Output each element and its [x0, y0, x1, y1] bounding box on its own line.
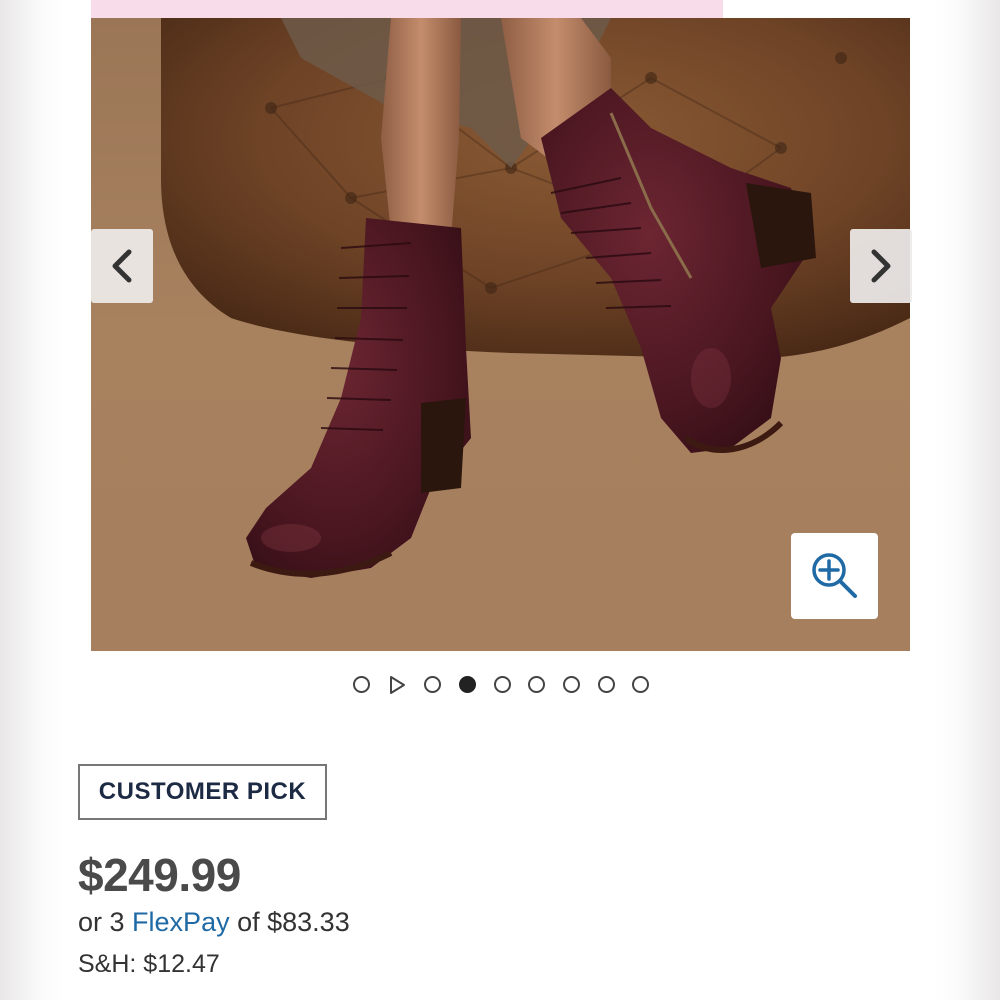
- flexpay-info: or 3 FlexPay of $83.33: [78, 907, 350, 938]
- product-image[interactable]: [91, 18, 910, 651]
- carousel-dot[interactable]: [424, 676, 441, 693]
- video-play-icon[interactable]: [387, 675, 407, 695]
- flexpay-link[interactable]: FlexPay: [132, 907, 230, 937]
- customer-pick-badge: CUSTOMER PICK: [78, 764, 327, 820]
- carousel-dot[interactable]: [632, 676, 649, 693]
- carousel-dot[interactable]: [528, 676, 545, 693]
- shipping-cost: S&H: $12.47: [78, 950, 220, 978]
- carousel-next-button[interactable]: [850, 229, 912, 303]
- flexpay-prefix: or 3: [78, 907, 125, 937]
- carousel-dot[interactable]: [563, 676, 580, 693]
- flexpay-suffix: of $83.33: [237, 907, 350, 937]
- badge-label: CUSTOMER PICK: [98, 778, 307, 805]
- zoom-in-icon: [811, 553, 857, 598]
- carousel-dot[interactable]: [494, 676, 511, 693]
- carousel-dot-active[interactable]: [459, 676, 476, 693]
- carousel-dot[interactable]: [598, 676, 615, 693]
- zoom-button[interactable]: [791, 533, 878, 619]
- promo-banner[interactable]: [91, 0, 723, 18]
- carousel-dot[interactable]: [353, 676, 370, 693]
- chevron-right-icon: [871, 249, 891, 283]
- carousel-prev-button[interactable]: [91, 229, 153, 303]
- carousel-indicators: [0, 673, 1000, 695]
- chevron-left-icon: [112, 249, 132, 283]
- product-price: $249.99: [78, 849, 241, 901]
